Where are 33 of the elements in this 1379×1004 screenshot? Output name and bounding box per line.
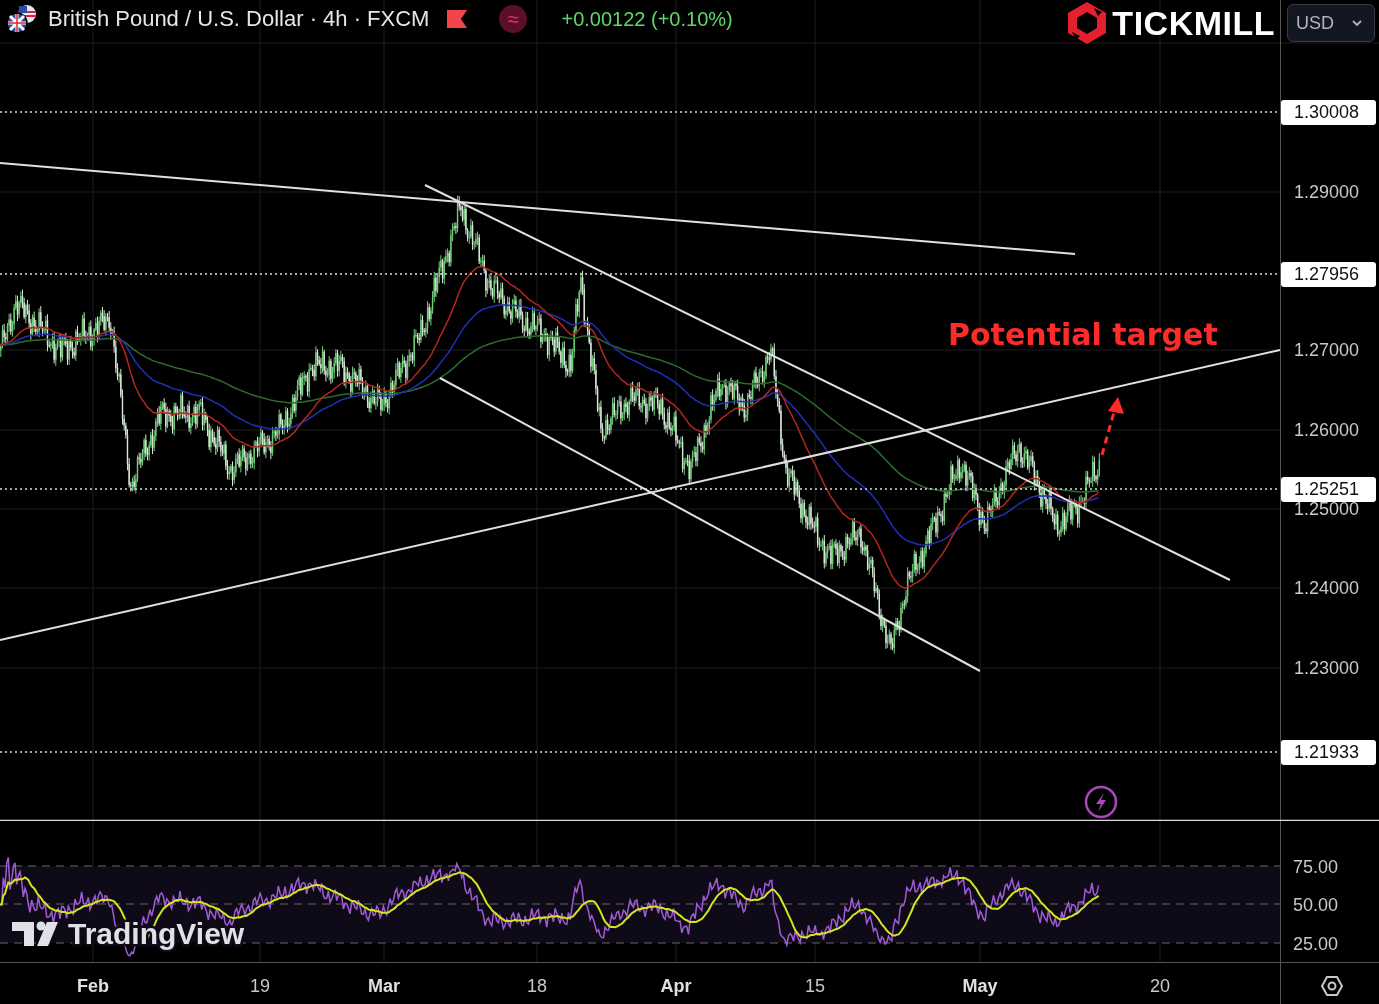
price-axis-label: 1.24000 xyxy=(1294,578,1360,598)
price-level-label: 1.30008 xyxy=(1281,100,1376,125)
tradingview-logo-icon xyxy=(12,921,58,946)
price-axis-label: 1.25000 xyxy=(1294,499,1360,519)
time-axis-label: Feb xyxy=(77,976,109,996)
time-axis-label: 18 xyxy=(527,976,547,996)
time-axis-label: Apr xyxy=(660,976,692,996)
target-arrow xyxy=(1100,397,1124,456)
time-axis-label: 15 xyxy=(805,976,825,996)
symbol-title: British Pound / U.S. Dollar · 4h · FXCM xyxy=(48,6,430,32)
logo-text: TICKMILL xyxy=(1112,3,1275,43)
annotation-text: Potential target xyxy=(948,317,1218,352)
flag-icon[interactable] xyxy=(447,10,468,28)
time-axis-label: May xyxy=(962,976,998,996)
chevron-icon xyxy=(1352,20,1362,26)
price-change: +0.00122 (+0.10%) xyxy=(561,7,733,31)
currency-flags-icon xyxy=(6,4,38,34)
price-level-label: 1.21933 xyxy=(1281,740,1376,765)
time-axis-label: 20 xyxy=(1150,976,1170,996)
rsi-axis-label: 75.00 xyxy=(1293,857,1339,877)
settings-icon[interactable] xyxy=(1320,976,1344,996)
rsi-axis-label: 50.00 xyxy=(1293,895,1339,915)
lightning-icon[interactable] xyxy=(1084,785,1118,819)
currency-select[interactable]: USD xyxy=(1287,4,1375,42)
time-axis-label: Mar xyxy=(368,976,400,996)
price-axis-label: 1.29000 xyxy=(1294,182,1360,202)
rsi-axis-label: 25.00 xyxy=(1293,934,1339,954)
time-axis-label: 19 xyxy=(250,976,270,996)
price-axis-label: 1.26000 xyxy=(1294,420,1360,440)
price-level-label: 1.27956 xyxy=(1281,262,1376,287)
price-axis-label: 1.27000 xyxy=(1294,340,1360,360)
price-axis-label: 1.23000 xyxy=(1294,658,1360,678)
price-level-label: 1.25251 xyxy=(1281,477,1376,502)
